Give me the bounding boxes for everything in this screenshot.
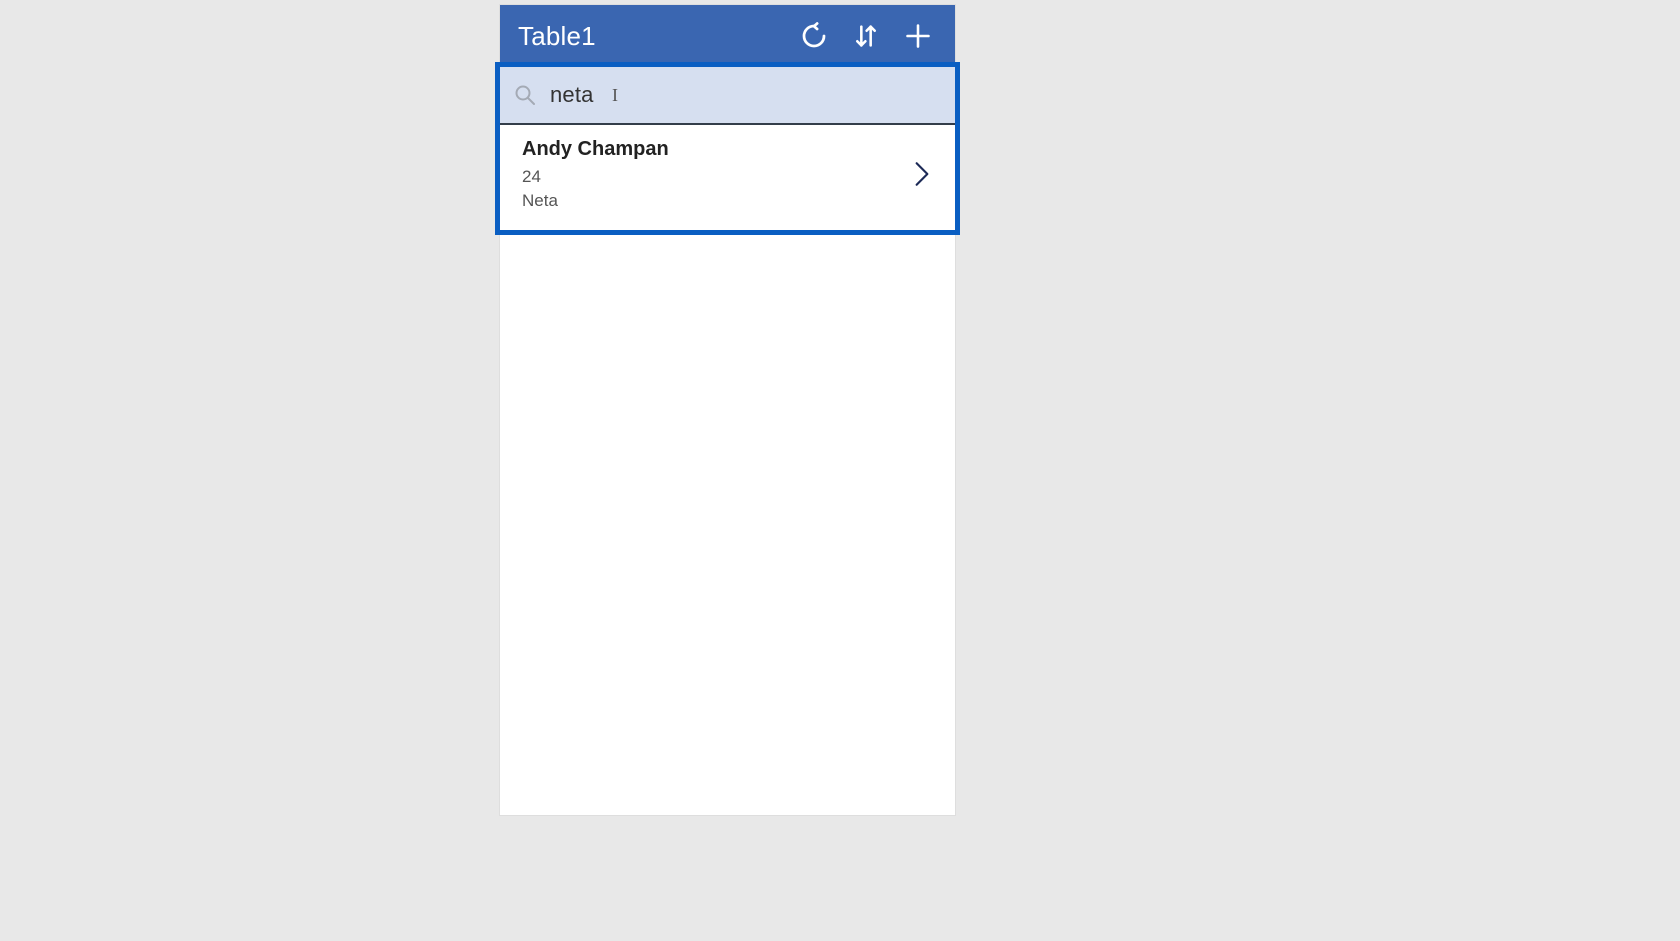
sort-button[interactable] — [843, 13, 889, 59]
item-title: Andy Champan — [522, 137, 907, 161]
results-list: Andy Champan 24 Neta — [500, 125, 955, 230]
page-title: Table1 — [518, 21, 785, 52]
add-button[interactable] — [895, 13, 941, 59]
item-subtitle-2: Neta — [522, 191, 907, 211]
list-item-body: Andy Champan 24 Neta — [522, 137, 907, 212]
chevron-right-icon — [907, 159, 937, 189]
search-input[interactable] — [548, 78, 947, 112]
highlighted-region: I Andy Champan 24 Neta — [495, 62, 960, 235]
refresh-button[interactable] — [791, 13, 837, 59]
item-subtitle-1: 24 — [522, 167, 907, 187]
list-item[interactable]: Andy Champan 24 Neta — [500, 125, 955, 230]
sort-icon — [852, 22, 880, 50]
search-row: I — [500, 67, 955, 125]
app-header: Table1 — [500, 5, 955, 67]
plus-icon — [904, 22, 932, 50]
refresh-icon — [799, 21, 829, 51]
search-icon — [510, 80, 540, 110]
app-frame: Table1 — [500, 5, 955, 815]
